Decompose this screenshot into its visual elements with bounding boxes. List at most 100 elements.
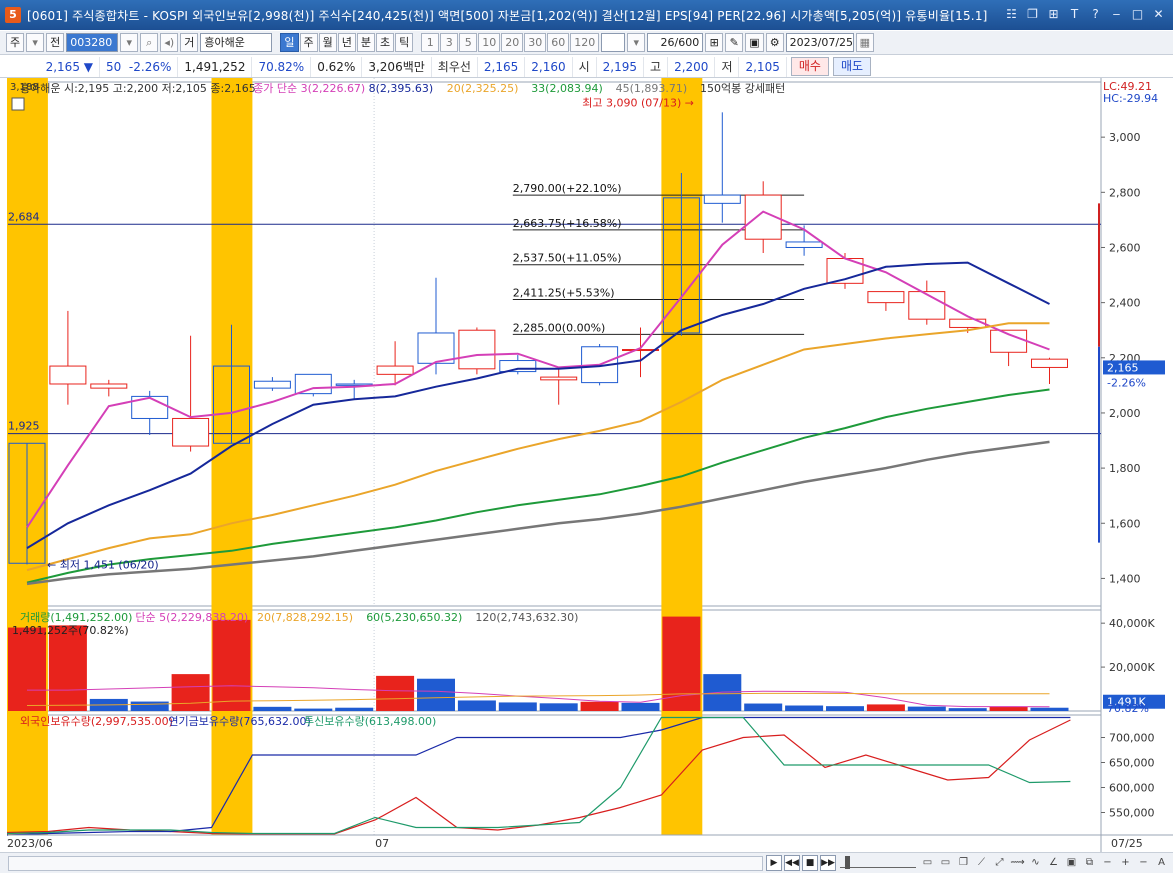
volume-bar-18: [744, 703, 783, 711]
x-axis-label-0: 2023/06: [7, 837, 53, 850]
fib-label-3: 2,411.25(+5.53%): [513, 287, 615, 300]
holdings-tick-label-2: 650,000: [1109, 757, 1155, 770]
copy-tool-icon[interactable]: ❐: [956, 855, 971, 871]
current-price: 2,165 ▼: [6, 56, 100, 77]
zoom-slider-thumb[interactable]: [845, 856, 850, 869]
save-icon[interactable]: ▣: [745, 33, 764, 52]
interval-button-20[interactable]: 20: [501, 33, 524, 52]
search-icon[interactable]: ⌕: [140, 33, 159, 52]
rewind-icon[interactable]: ◀◀: [784, 855, 800, 871]
volume-bar-23: [948, 708, 987, 711]
close-icon[interactable]: ✕: [1150, 6, 1167, 23]
holdings-legend-pension: 연기금보유수량(765,632.00): [168, 715, 310, 728]
scroll-controls: ▶ ◀◀ ■ ▶▶: [766, 855, 836, 871]
holdings-legend-foreign: 외국인보유수량(2,997,535.00): [20, 715, 173, 728]
volume-bar-14: [580, 701, 619, 711]
interval-buttons: 1 3 5 10 20 30 60 120: [421, 33, 600, 52]
sell-button[interactable]: 매도: [832, 57, 872, 76]
line-tool-icon[interactable]: ⟋: [974, 855, 989, 871]
candle-body-17: [703, 194, 741, 204]
zoom-out-icon[interactable]: −: [1100, 855, 1115, 871]
scroll-right-icon[interactable]: ▶: [766, 855, 782, 871]
forward-icon[interactable]: ▶▶: [820, 855, 836, 871]
period-select-arrow-icon[interactable]: ▾: [26, 33, 45, 52]
prev-button[interactable]: 전: [46, 33, 65, 52]
restore-icon[interactable]: □: [1129, 6, 1146, 23]
period-button-1[interactable]: 주: [299, 33, 318, 52]
best-bid: 2,160: [525, 56, 573, 77]
indicator-icon[interactable]: ⊞: [705, 33, 724, 52]
box-tool-icon[interactable]: ▭: [920, 855, 935, 871]
chart-toolbar: 주 ▾ 전 003280 ▾ ⌕ ◂) 거 흥아해운 일주월년분초틱 1 3 5 10…: [0, 31, 1173, 55]
interval-button-30[interactable]: 30: [524, 33, 547, 52]
volume-legend-ma20: 20(7,828,292.15): [257, 611, 353, 624]
stock-code-input[interactable]: 003280: [66, 33, 119, 52]
settings-icon[interactable]: ☷: [1003, 6, 1020, 23]
trend-tool-icon[interactable]: ⤢: [992, 855, 1007, 871]
zoom-slider-track[interactable]: [840, 858, 916, 868]
period-button-6[interactable]: 틱: [395, 33, 414, 52]
interval-input[interactable]: [601, 33, 626, 52]
volume-bar-5: [212, 619, 251, 711]
fib-label-2: 2,537.50(+11.05%): [513, 252, 622, 265]
interval-button-120[interactable]: 120: [570, 33, 600, 52]
price-tick-label-5: 2,400: [1109, 297, 1141, 310]
buy-button[interactable]: 매수: [790, 57, 829, 76]
candle-body-9: [376, 365, 414, 375]
minimize-icon[interactable]: ‒: [1108, 6, 1125, 23]
low-label: 저: [715, 56, 740, 77]
interval-button-3[interactable]: 3: [440, 33, 459, 52]
lock-icon[interactable]: ⊞: [1045, 6, 1062, 23]
volume-bar-1: [48, 625, 87, 711]
low-value: 2,105: [739, 56, 787, 77]
hc-label: HC:-29.94: [1103, 92, 1158, 105]
period-button-3[interactable]: 년: [337, 33, 356, 52]
chart-scrollbar[interactable]: [8, 856, 763, 871]
period-select[interactable]: 주: [6, 33, 25, 52]
calendar-icon[interactable]: ▦: [855, 33, 875, 52]
box-tool-2-icon[interactable]: ▭: [938, 855, 953, 871]
screen-icon[interactable]: ▣: [1064, 855, 1079, 871]
code-dropdown-icon[interactable]: ▾: [120, 33, 139, 52]
volume-bar-9: [376, 675, 415, 711]
period-button-0[interactable]: 일: [280, 33, 299, 52]
zoom-in-icon[interactable]: +: [1118, 855, 1133, 871]
stock-chart[interactable]: 1,4001,6001,8002,0002,2002,4002,6002,800…: [0, 78, 1173, 852]
interval-button-10[interactable]: 10: [478, 33, 501, 52]
price-tick-label-3: 2,000: [1109, 407, 1141, 420]
zoom-out-2-icon[interactable]: −: [1136, 855, 1151, 871]
multi-icon[interactable]: ⧉: [1082, 855, 1097, 871]
candle-body-10: [417, 332, 455, 364]
interval-button-60[interactable]: 60: [547, 33, 570, 52]
period-button-2[interactable]: 월: [318, 33, 337, 52]
wave-tool-icon[interactable]: ∿: [1028, 855, 1043, 871]
angle-tool-icon[interactable]: ∠: [1046, 855, 1061, 871]
draw-tools-icon[interactable]: ✎: [725, 33, 744, 52]
interval-button-1[interactable]: 1: [421, 33, 440, 52]
copy-icon[interactable]: ❐: [1024, 6, 1041, 23]
price-legend-ma3: 종가 단순 3(2,226.67): [253, 82, 365, 95]
sound-icon[interactable]: ◂): [160, 33, 179, 52]
volume-pct-label: 70.82%: [1107, 702, 1149, 715]
gear-icon[interactable]: ⚙: [765, 33, 784, 52]
candle-body-12: [499, 360, 537, 373]
period-button-4[interactable]: 분: [356, 33, 375, 52]
ratio-value: 0.62%: [311, 56, 363, 77]
volume-bar-10: [417, 678, 455, 711]
font-size-icon[interactable]: A: [1154, 855, 1169, 871]
period-button-5[interactable]: 초: [376, 33, 395, 52]
interval-button-5[interactable]: 5: [459, 33, 478, 52]
help-icon[interactable]: ?: [1087, 6, 1104, 23]
fib-label-4: 2,285.00(0.00%): [513, 321, 606, 334]
zigzag-tool-icon[interactable]: ⟿: [1010, 855, 1025, 871]
interval-dropdown-icon[interactable]: ▾: [627, 33, 646, 52]
price-tick-label-1: 1,600: [1109, 517, 1141, 530]
data-count-input[interactable]: 26/600: [647, 33, 704, 52]
date-input[interactable]: 2023/07/25: [785, 33, 854, 52]
candle-body-2: [90, 383, 128, 389]
font-icon[interactable]: T: [1066, 6, 1083, 23]
high-label: 고: [644, 56, 669, 77]
volume-bar-12: [498, 702, 537, 711]
stop-icon[interactable]: ■: [802, 855, 818, 871]
window-title: [0601] 주식종합차트 - KOSPI 외국인보유[2,998(천)] 주식…: [27, 8, 988, 23]
